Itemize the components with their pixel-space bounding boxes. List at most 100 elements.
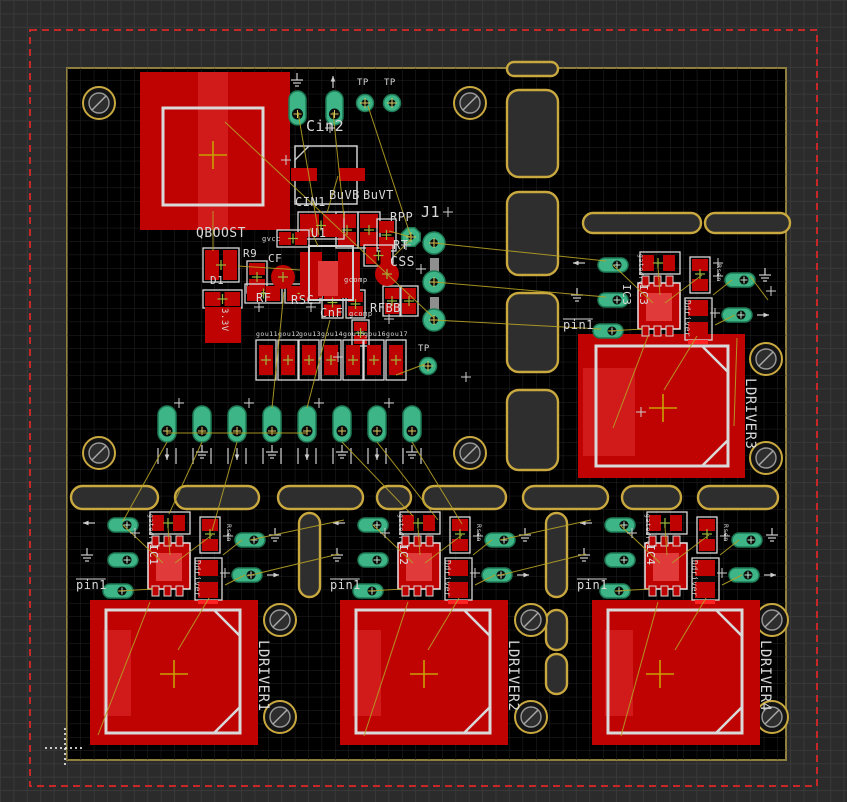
- label-r9: R9: [243, 247, 257, 260]
- pad-column: [338, 252, 360, 298]
- ic-pin: [426, 586, 433, 596]
- slot-outline: [507, 90, 558, 177]
- ic-pin: [164, 536, 171, 546]
- label-rfbb: RFBB: [370, 301, 401, 315]
- big-copper-pad: LDRIVER1: [90, 600, 271, 745]
- ic-pin: [426, 536, 433, 546]
- ic-pin: [666, 326, 673, 336]
- label-tp: TP: [357, 78, 369, 88]
- ic-pin: [414, 586, 421, 596]
- big-copper-pad: LDRIVER3: [578, 334, 758, 478]
- teal-oval-pad: [158, 406, 176, 442]
- copper-highlight: [583, 368, 635, 456]
- label-buvb: BuVB: [329, 188, 360, 202]
- slot-outline: [546, 610, 567, 650]
- teal-oval-pad: [193, 406, 211, 442]
- gou-label: gou15: [343, 330, 365, 338]
- ic-pin: [673, 586, 680, 596]
- label-gcomp: gcomp: [349, 310, 373, 318]
- diode-stripe: [688, 340, 708, 344]
- label-33v: 3.3V: [219, 308, 229, 332]
- label-ic4: IC4: [644, 544, 657, 565]
- mount-hole: [454, 87, 486, 119]
- ic-pin: [661, 586, 668, 596]
- green-oval-pad-h: [722, 308, 752, 322]
- label-buvt: BuVT: [363, 188, 394, 202]
- ic-pin: [649, 586, 656, 596]
- pad: [423, 515, 435, 531]
- slot-outline: [423, 486, 506, 509]
- label-pin1: pin1: [330, 578, 361, 592]
- slot-outline: [175, 486, 259, 509]
- mount-hole: [750, 343, 782, 375]
- gou-label: gou12: [278, 330, 300, 338]
- mount-hole: [756, 604, 788, 636]
- label-rsc: RSC: [291, 293, 314, 307]
- driver-label: Ddriver: [193, 560, 202, 597]
- ic-pin: [176, 586, 183, 596]
- slot-outline: [523, 486, 608, 509]
- label-d1: D1: [210, 274, 224, 287]
- top-oval-pad: [289, 91, 306, 125]
- big-pad-label: LDRIVER1: [255, 640, 271, 711]
- gou-label: gou11: [256, 330, 278, 338]
- slot-outline: [507, 293, 558, 372]
- pad: [670, 515, 682, 531]
- ic-pin: [402, 586, 409, 596]
- label-gvcc: gvcc: [262, 235, 281, 243]
- label-cin2: Cin2: [306, 117, 344, 135]
- mount-hole: [83, 437, 115, 469]
- label-cnf: CnF: [320, 306, 343, 320]
- green-oval-pad-h: [108, 553, 138, 567]
- label-rf: RF: [256, 291, 271, 305]
- big-copper-pad: LDRIVER2: [340, 600, 521, 745]
- gou-label: gou16: [364, 330, 386, 338]
- gou-label: gou13: [299, 330, 321, 338]
- ic-pin: [414, 536, 421, 546]
- label-ic2: IC2: [397, 544, 410, 565]
- thermal-pad: [318, 261, 338, 296]
- ic-pin: [661, 536, 668, 546]
- label-pin1: pin1: [577, 578, 608, 592]
- mount-hole: [83, 87, 115, 119]
- teal-oval-pad: [333, 406, 351, 442]
- ic-pin: [666, 276, 673, 286]
- green-oval-pad-h: [729, 568, 759, 582]
- green-oval-pad-h: [232, 568, 262, 582]
- big-pad-label: LDRIVER4: [757, 640, 773, 711]
- slot-outline: [698, 486, 778, 509]
- teal-oval-pad: [403, 406, 421, 442]
- pad: [663, 255, 675, 271]
- label-pin1: pin1: [563, 318, 594, 332]
- sense-label: Rsen: [715, 264, 723, 282]
- pcb-canvas[interactable]: LDRIVER3LDRIVER1LDRIVER2LDRIVER4gou11gou…: [0, 0, 847, 802]
- slot-outline: [705, 213, 790, 233]
- big-pad-label: LDRIVER3: [742, 378, 758, 449]
- label-cf: CF: [268, 252, 282, 265]
- label-u1: U1: [311, 226, 326, 240]
- slot-outline: [622, 486, 681, 509]
- pad: [339, 168, 365, 181]
- slot-outline: [546, 654, 567, 694]
- label-rpp: RPP: [390, 210, 413, 224]
- teal-oval-pad: [368, 406, 386, 442]
- gou-label: gou17: [386, 330, 408, 338]
- label-j1: J1: [421, 203, 440, 221]
- slot-outline: [583, 213, 701, 233]
- sense-label: Rsen: [722, 524, 730, 542]
- ic-pin: [642, 326, 649, 336]
- big-copper-pad: [140, 72, 290, 230]
- j1-connector: [423, 232, 445, 331]
- slot-outline: [507, 192, 558, 275]
- ic-pin: [673, 536, 680, 546]
- label-tp: TP: [384, 78, 396, 88]
- green-oval-pad-h: [605, 553, 635, 567]
- big-pad-label: LDRIVER2: [505, 640, 521, 711]
- driver-label: Ddriver: [690, 560, 699, 597]
- slot-outline: [507, 62, 558, 76]
- label-rt: RT: [393, 238, 408, 252]
- ic-name: IC3: [637, 284, 650, 305]
- ic-pin: [176, 536, 183, 546]
- slot-outline: [377, 486, 411, 509]
- slot-outline: [507, 390, 558, 470]
